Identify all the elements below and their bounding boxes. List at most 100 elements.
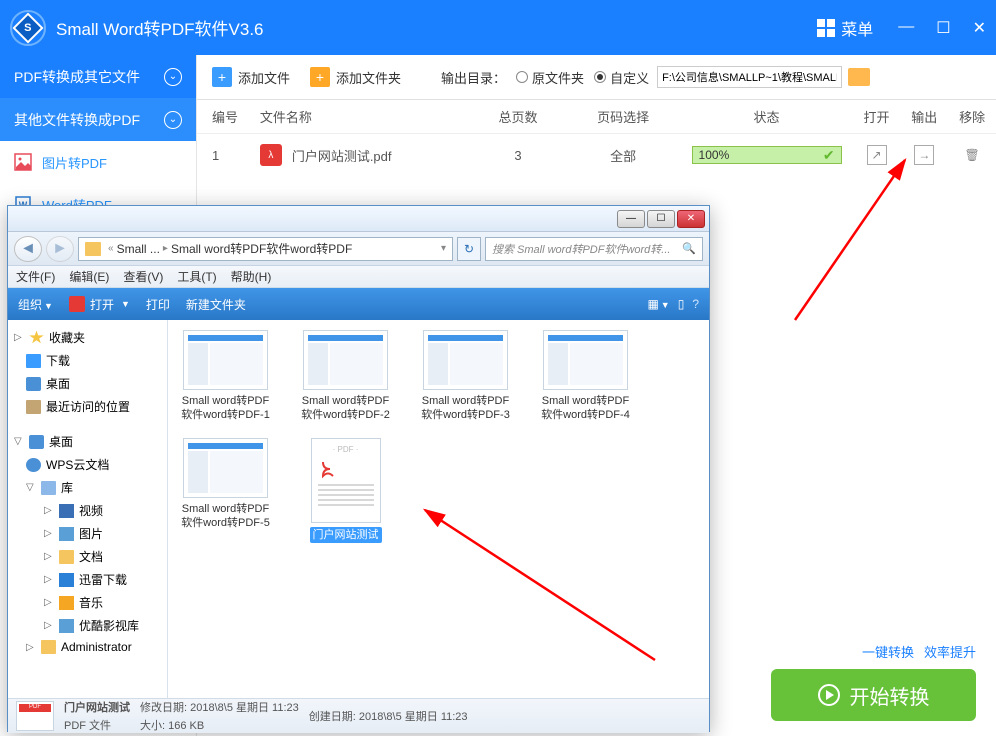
app-title: Small Word转PDF软件V3.6 — [56, 15, 817, 40]
tree-video[interactable]: ▷视频 — [8, 499, 167, 522]
add-file-button[interactable]: + 添加文件 — [212, 67, 290, 87]
file-item[interactable]: Small word转PDF软件word转PDF-3 — [418, 330, 513, 423]
titlebar: S Small Word转PDF软件V3.6 菜单 — ☐ ✕ — [0, 0, 996, 55]
table-header: 编号 文件名称 总页数 页码选择 状态 打开 输出 移除 — [197, 100, 996, 134]
view-mode-button[interactable]: ▦▼ — [647, 297, 669, 311]
tree-desktop[interactable]: 桌面 — [8, 372, 167, 395]
remove-button[interactable]: 🗑 — [962, 145, 982, 165]
th-number: 编号 — [212, 107, 260, 126]
tool-organize[interactable]: 组织▼ — [18, 296, 53, 313]
sidebar-section-pdf-to-other[interactable]: PDF转换成其它文件 ⌄ — [0, 55, 196, 98]
bottom-panel: 一键转换 效率提升 开始转换 — [771, 642, 976, 721]
tree-favorites[interactable]: ▷收藏夹 — [8, 326, 167, 349]
sidebar-item-img-to-pdf[interactable]: 图片转PDF — [0, 141, 196, 183]
explorer-tree: ▷收藏夹 下载 桌面 最近访问的位置 ▽桌面 WPS云文档 ▽库 ▷视频 ▷图片… — [8, 320, 168, 698]
image-icon — [14, 153, 32, 171]
tree-admin[interactable]: ▷Administrator — [8, 637, 167, 657]
chevron-down-icon: ⌄ — [164, 68, 182, 86]
cell-number: 1 — [212, 148, 260, 163]
refresh-button[interactable]: ↻ — [457, 237, 481, 261]
cell-pages: 3 — [470, 148, 566, 163]
tree-pictures[interactable]: ▷图片 — [8, 522, 167, 545]
progress-bar: 100% ✔ — [692, 146, 842, 164]
th-output: 输出 — [900, 107, 948, 126]
menu-view[interactable]: 查看(V) — [123, 268, 163, 285]
file-table: 编号 文件名称 总页数 页码选择 状态 打开 输出 移除 1 λ 门户网站测试.… — [197, 100, 996, 176]
file-type-icon: PDF — [16, 701, 54, 731]
radio-original[interactable] — [516, 71, 528, 83]
browse-folder-button[interactable] — [848, 68, 870, 86]
th-pages: 总页数 — [470, 107, 566, 126]
output-button[interactable]: → — [914, 145, 934, 165]
explorer-maximize[interactable]: ☐ — [647, 210, 675, 228]
explorer-nav: ◄ ► « Small ... ▸ Small word转PDF软件word转P… — [8, 232, 709, 266]
tool-print[interactable]: 打印 — [146, 296, 170, 313]
window-controls: — ☐ ✕ — [898, 18, 986, 38]
search-icon: 🔍 — [682, 242, 696, 255]
file-item-selected[interactable]: · PDF · 门户网站测试 — [298, 438, 393, 543]
explorer-file-list: Small word转PDF软件word转PDF-1 Small word转PD… — [168, 320, 709, 698]
th-status: 状态 — [681, 107, 853, 126]
search-input[interactable]: 搜索 Small word转PDF软件word转... 🔍 — [485, 237, 703, 261]
explorer-titlebar: — ☐ ✕ — [8, 206, 709, 232]
add-folder-button[interactable]: + 添加文件夹 — [310, 67, 401, 87]
back-button[interactable]: ◄ — [14, 236, 42, 262]
menu-file[interactable]: 文件(F) — [16, 268, 55, 285]
cell-page-select[interactable]: 全部 — [566, 146, 681, 165]
maximize-button[interactable]: ☐ — [936, 18, 950, 38]
menu-help[interactable]: 帮助(H) — [231, 268, 272, 285]
start-convert-button[interactable]: 开始转换 — [771, 669, 976, 721]
file-item[interactable]: Small word转PDF软件word转PDF-4 — [538, 330, 633, 423]
explorer-close[interactable]: ✕ — [677, 210, 705, 228]
file-item[interactable]: Small word转PDF软件word转PDF-2 — [298, 330, 393, 423]
tree-documents[interactable]: ▷文档 — [8, 545, 167, 568]
menu-edit[interactable]: 编辑(E) — [69, 268, 109, 285]
tree-recent[interactable]: 最近访问的位置 — [8, 395, 167, 418]
forward-button[interactable]: ► — [46, 236, 74, 262]
menu-label: 菜单 — [841, 16, 873, 40]
pdf-icon — [69, 296, 85, 312]
radio-custom-label: 自定义 — [610, 68, 649, 87]
menu-button[interactable]: 菜单 — [817, 16, 873, 40]
chevron-down-icon: ⌄ — [164, 111, 182, 129]
explorer-toolbar: 组织▼ 打开▼ 打印 新建文件夹 ▦▼ ▯ ? — [8, 288, 709, 320]
explorer-statusbar: PDF 门户网站测试 PDF 文件 修改日期: 2018\8\5 星期日 11:… — [8, 698, 709, 733]
cell-filename: 门户网站测试.pdf — [292, 146, 392, 165]
output-dir-label: 输出目录： — [441, 68, 506, 87]
tree-youku[interactable]: ▷优酷影视库 — [8, 614, 167, 637]
close-button[interactable]: ✕ — [973, 18, 986, 38]
annotation-arrow — [785, 150, 925, 330]
breadcrumb[interactable]: « Small ... ▸ Small word转PDF软件word转PDF ▾ — [78, 237, 453, 261]
help-button[interactable]: ? — [692, 297, 699, 311]
minimize-button[interactable]: — — [898, 18, 914, 38]
tree-downloads[interactable]: 下载 — [8, 349, 167, 372]
table-row: 1 λ 门户网站测试.pdf 3 全部 100% ✔ ↗ → 🗑 — [197, 134, 996, 176]
radio-custom[interactable] — [594, 71, 606, 83]
folder-plus-icon: + — [310, 67, 330, 87]
tool-open[interactable]: 打开▼ — [69, 296, 130, 313]
menu-icon — [817, 19, 835, 37]
th-open: 打开 — [853, 107, 901, 126]
menu-tool[interactable]: 工具(T) — [177, 268, 216, 285]
tree-xunlei[interactable]: ▷迅雷下载 — [8, 568, 167, 591]
explorer-minimize[interactable]: — — [617, 210, 645, 228]
tool-new-folder[interactable]: 新建文件夹 — [186, 296, 246, 313]
th-remove: 移除 — [948, 107, 996, 126]
tree-wps[interactable]: WPS云文档 — [8, 453, 167, 476]
status-filename: 门户网站测试 — [64, 699, 130, 715]
sidebar-section-other-to-pdf[interactable]: 其他文件转换成PDF ⌄ — [0, 98, 196, 141]
th-filename: 文件名称 — [260, 107, 470, 126]
file-item[interactable]: Small word转PDF软件word转PDF-1 — [178, 330, 273, 423]
file-item[interactable]: Small word转PDF软件word转PDF-5 — [178, 438, 273, 543]
tree-desktop-root[interactable]: ▽桌面 — [8, 430, 167, 453]
explorer-body: ▷收藏夹 下载 桌面 最近访问的位置 ▽桌面 WPS云文档 ▽库 ▷视频 ▷图片… — [8, 320, 709, 698]
open-button[interactable]: ↗ — [867, 145, 887, 165]
tree-music[interactable]: ▷音乐 — [8, 591, 167, 614]
preview-pane-button[interactable]: ▯ — [678, 297, 685, 311]
check-icon: ✔ — [823, 147, 835, 164]
play-icon — [818, 684, 840, 706]
output-path-input[interactable] — [657, 66, 842, 88]
status-filetype: PDF 文件 — [64, 717, 130, 733]
tree-libraries[interactable]: ▽库 — [8, 476, 167, 499]
file-explorer-window: — ☐ ✕ ◄ ► « Small ... ▸ Small word转PDF软件… — [7, 205, 710, 732]
